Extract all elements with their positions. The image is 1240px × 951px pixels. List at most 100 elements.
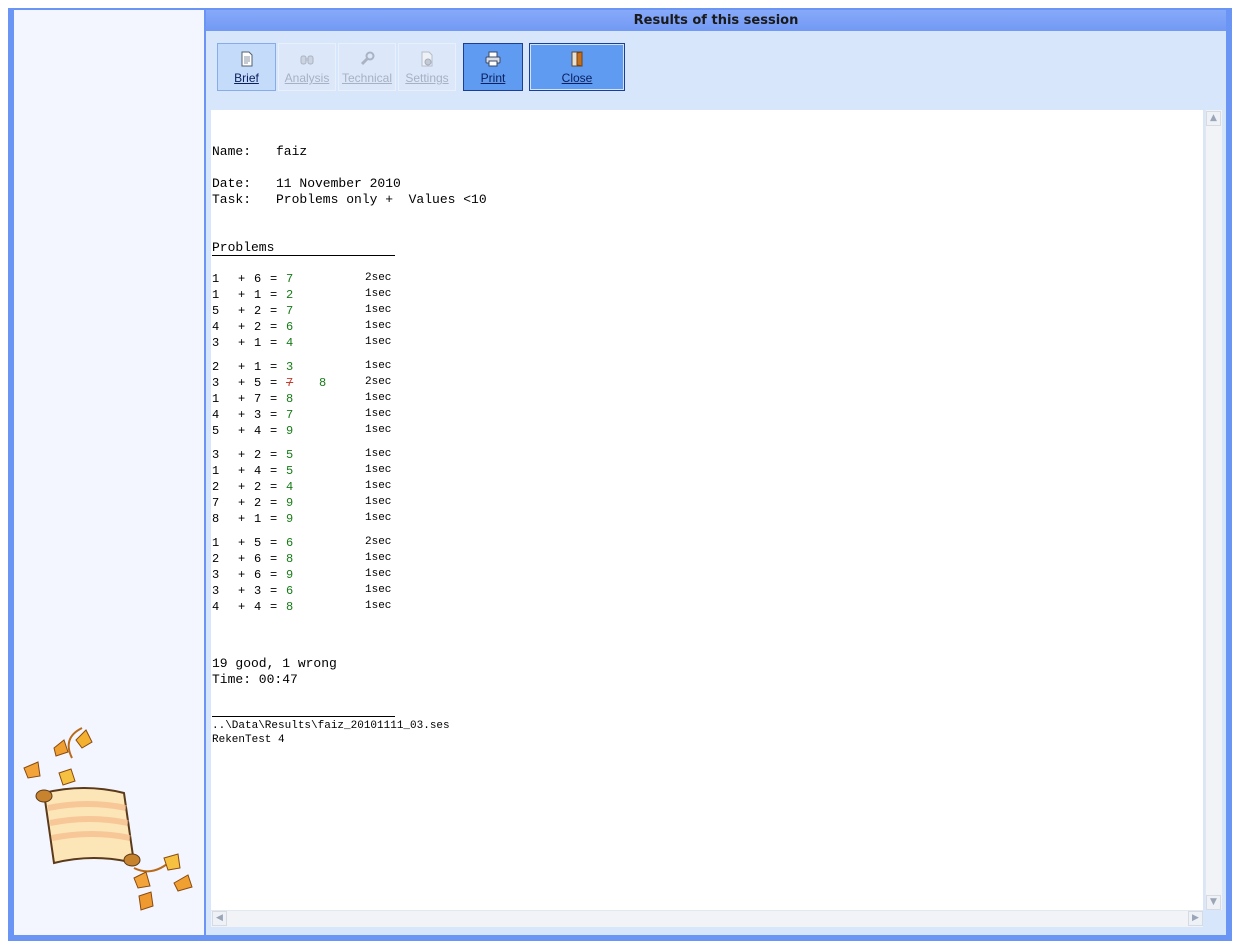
operator: + bbox=[238, 536, 246, 550]
answer: 9 bbox=[286, 424, 294, 438]
operator: + bbox=[238, 600, 246, 614]
operand-a: 1 bbox=[212, 464, 220, 478]
analysis-button[interactable]: Analysis bbox=[278, 43, 336, 91]
operand-a: 2 bbox=[212, 552, 220, 566]
brief-button[interactable]: Brief bbox=[217, 43, 276, 91]
brief-label: Brief bbox=[234, 71, 259, 85]
document-icon bbox=[241, 51, 252, 67]
task-label: Task: bbox=[212, 192, 252, 207]
time-taken: 1sec bbox=[365, 304, 392, 316]
task-value: Problems only + Values <10 bbox=[276, 192, 487, 207]
equals-sign: = bbox=[270, 288, 278, 302]
operator: + bbox=[238, 288, 246, 302]
correct-answer: 8 bbox=[319, 376, 327, 390]
scroll-right-icon[interactable]: ▶ bbox=[1188, 911, 1203, 926]
time-taken: 1sec bbox=[365, 600, 392, 612]
task-row: Task: Problems only + Values <10 bbox=[212, 192, 487, 207]
operand-b: 1 bbox=[254, 360, 262, 374]
scroll-down-icon[interactable]: ▼ bbox=[1206, 895, 1221, 910]
time-taken: 1sec bbox=[365, 392, 392, 404]
operand-a: 3 bbox=[212, 376, 220, 390]
answer: 7 bbox=[286, 408, 294, 422]
operand-a: 3 bbox=[212, 448, 220, 462]
time-taken: 1sec bbox=[365, 464, 392, 476]
time-taken: 1sec bbox=[365, 336, 392, 348]
time-taken: 1sec bbox=[365, 584, 392, 596]
date-label: Date: bbox=[212, 176, 252, 191]
operand-b: 2 bbox=[254, 496, 262, 510]
operator: + bbox=[238, 424, 246, 438]
scroll-left-icon[interactable]: ◀ bbox=[212, 911, 227, 926]
door-exit-icon bbox=[571, 51, 583, 67]
operand-b: 5 bbox=[254, 536, 262, 550]
time-taken: 2sec bbox=[365, 272, 392, 284]
operand-a: 3 bbox=[212, 336, 220, 350]
analysis-label: Analysis bbox=[284, 71, 330, 85]
operand-b: 3 bbox=[254, 408, 262, 422]
printer-icon bbox=[485, 51, 501, 67]
summary-text: 19 good, 1 wrong bbox=[212, 656, 337, 671]
operator: + bbox=[238, 448, 246, 462]
time-summary: Time: 00:47 bbox=[212, 672, 298, 687]
answer: 3 bbox=[286, 360, 294, 374]
print-button[interactable]: Print bbox=[463, 43, 523, 91]
operand-b: 5 bbox=[254, 376, 262, 390]
operator: + bbox=[238, 272, 246, 286]
answer: 4 bbox=[286, 480, 294, 494]
operand-b: 6 bbox=[254, 568, 262, 582]
vertical-scrollbar[interactable]: ▲ ▼ bbox=[1205, 110, 1222, 910]
operand-a: 5 bbox=[212, 304, 220, 318]
operator: + bbox=[238, 360, 246, 374]
operand-a: 8 bbox=[212, 512, 220, 526]
wrench-icon bbox=[360, 51, 375, 66]
file-path: ..\Data\Results\faiz_20101111_03.ses bbox=[212, 720, 450, 732]
close-label: Close bbox=[561, 71, 593, 85]
answer: 8 bbox=[286, 392, 294, 406]
operator: + bbox=[238, 496, 246, 510]
operator: + bbox=[238, 320, 246, 334]
answer: 8 bbox=[286, 552, 294, 566]
date-value: 11 November 2010 bbox=[276, 176, 401, 191]
equals-sign: = bbox=[270, 448, 278, 462]
equals-sign: = bbox=[270, 392, 278, 406]
answer: 5 bbox=[286, 448, 294, 462]
settings-button[interactable]: Settings bbox=[398, 43, 456, 91]
binoculars-icon bbox=[300, 55, 314, 65]
time-taken: 1sec bbox=[365, 320, 392, 332]
horizontal-scrollbar[interactable]: ◀ ▶ bbox=[211, 910, 1203, 927]
time-taken: 2sec bbox=[365, 536, 392, 548]
operator: + bbox=[238, 464, 246, 478]
report-view[interactable]: Name: faiz Date: 11 November 2010 Task: Pro… bbox=[211, 110, 1203, 910]
operator: + bbox=[238, 480, 246, 494]
time-taken: 1sec bbox=[365, 288, 392, 300]
technical-button[interactable]: Technical bbox=[338, 43, 396, 91]
operand-a: 4 bbox=[212, 408, 220, 422]
time-taken: 1sec bbox=[365, 424, 392, 436]
equals-sign: = bbox=[270, 552, 278, 566]
scroll-up-icon[interactable]: ▲ bbox=[1206, 111, 1221, 126]
answer: 5 bbox=[286, 464, 294, 478]
operator: + bbox=[238, 408, 246, 422]
name-row: Name: faiz bbox=[212, 144, 307, 159]
equals-sign: = bbox=[270, 496, 278, 510]
time-taken: 1sec bbox=[365, 552, 392, 564]
operand-a: 1 bbox=[212, 536, 220, 550]
operand-a: 2 bbox=[212, 480, 220, 494]
time-taken: 1sec bbox=[365, 512, 392, 524]
answer: 6 bbox=[286, 584, 294, 598]
operand-b: 2 bbox=[254, 320, 262, 334]
close-button[interactable]: Close bbox=[529, 43, 625, 91]
time-taken: 1sec bbox=[365, 360, 392, 372]
answer: 9 bbox=[286, 496, 294, 510]
equals-sign: = bbox=[270, 536, 278, 550]
time-taken: 2sec bbox=[365, 376, 392, 388]
operator: + bbox=[238, 336, 246, 350]
program-name: RekenTest 4 bbox=[212, 734, 285, 746]
equals-sign: = bbox=[270, 304, 278, 318]
operand-a: 1 bbox=[212, 272, 220, 286]
operand-a: 4 bbox=[212, 600, 220, 614]
time-taken: 1sec bbox=[365, 480, 392, 492]
gear-icon bbox=[421, 51, 433, 67]
operand-a: 1 bbox=[212, 392, 220, 406]
answer: 6 bbox=[286, 536, 294, 550]
